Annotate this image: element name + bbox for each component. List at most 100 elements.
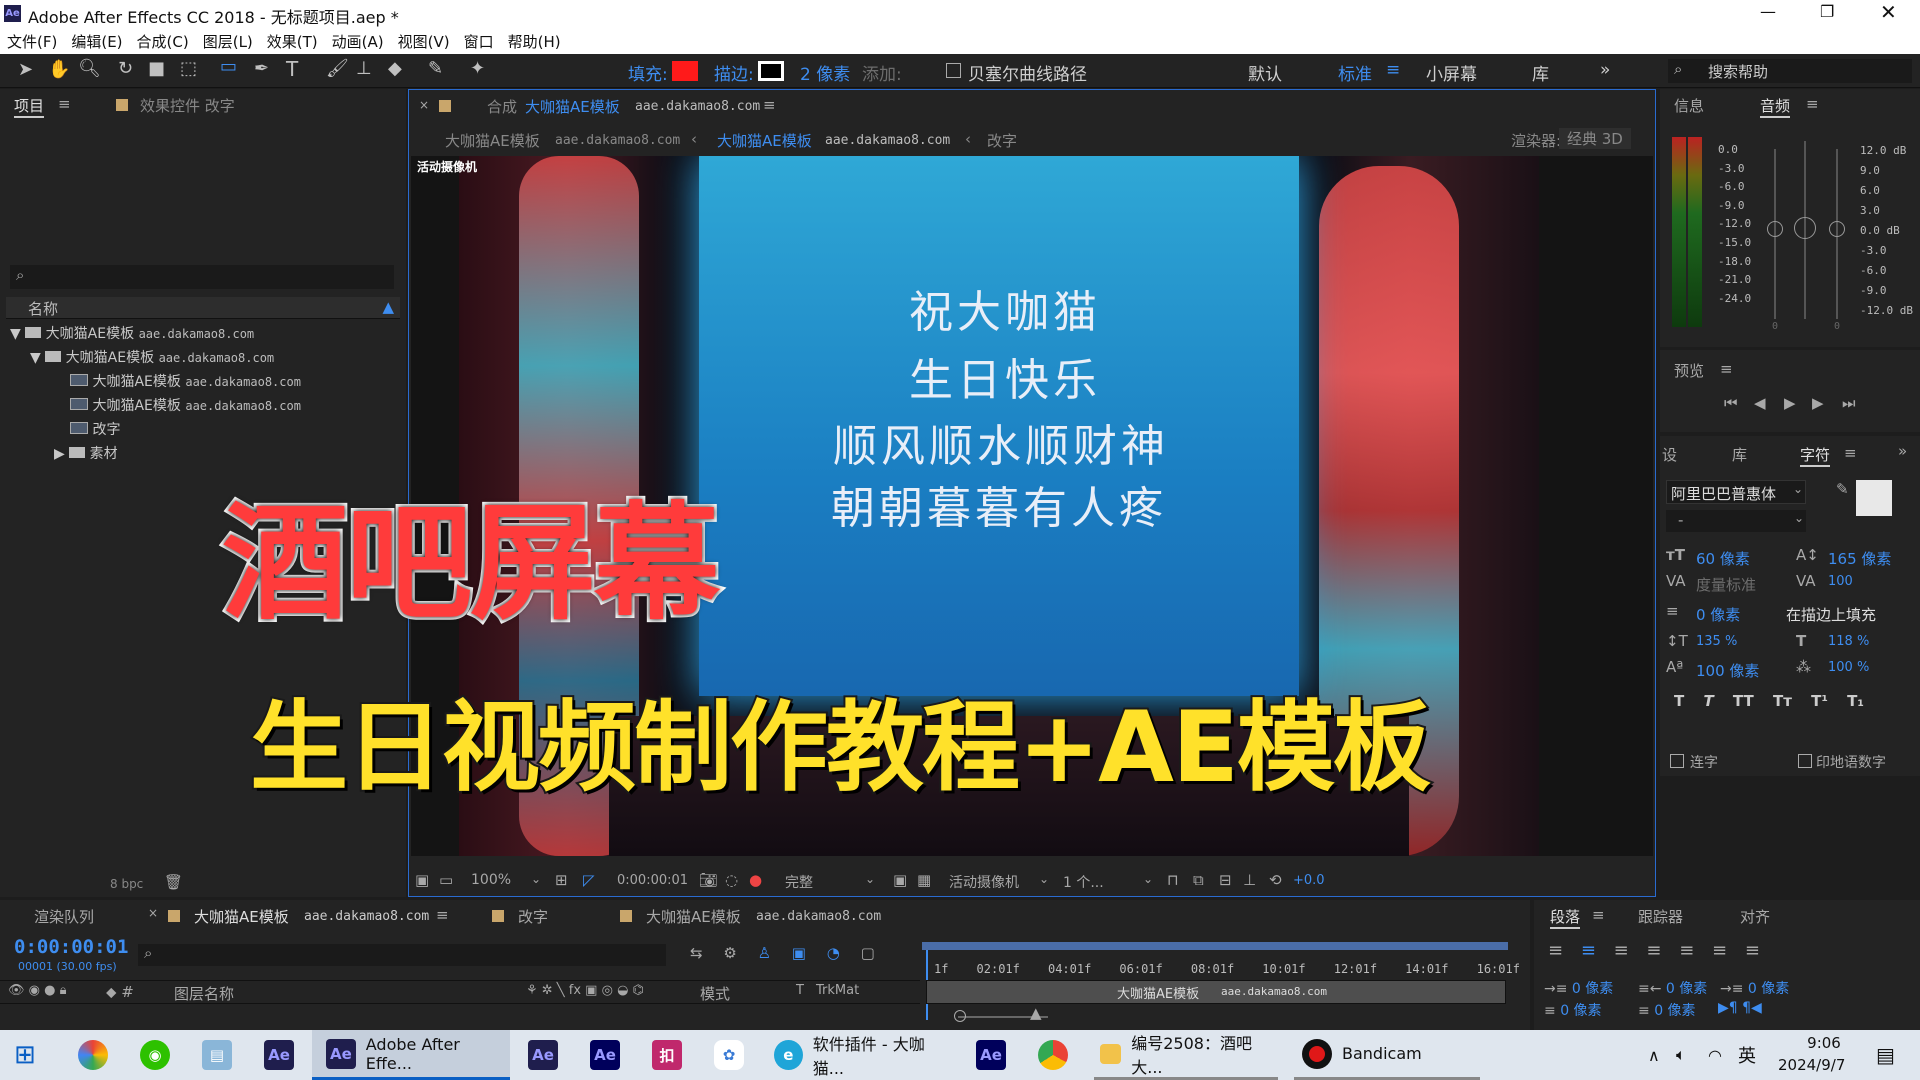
list-item[interactable]: 大咖猫AE模板 aae.dakamao8.com	[70, 371, 301, 391]
camera-tool-icon[interactable]: ■	[148, 58, 165, 79]
list-item[interactable]: 改字	[70, 419, 120, 439]
time-ruler[interactable]: 1f 02:01f 04:01f 06:01f 08:01f 10:01f 12:01f 14…	[922, 940, 1520, 1020]
brush-tool-icon[interactable]: 🖌︎	[326, 58, 349, 79]
tab-audio[interactable]: 音频	[1760, 95, 1791, 118]
leading[interactable]: 165 像素	[1828, 548, 1891, 569]
region-icon[interactable]: ⊞	[555, 871, 568, 889]
exposure-value[interactable]: +0.0	[1293, 873, 1325, 888]
audio-knob-right[interactable]	[1829, 221, 1845, 237]
monitor-icon[interactable]: ▭	[439, 871, 453, 889]
roi-icon[interactable]: ▣	[893, 871, 907, 889]
stroke-width-value[interactable]: 0 像素	[1696, 604, 1740, 625]
network-icon[interactable]: ◠	[1708, 1030, 1722, 1080]
color-channels-icon[interactable]: ●	[749, 871, 762, 889]
play-icon[interactable]: ▶	[1784, 394, 1796, 412]
timeline-timecode[interactable]: 0:00:00:01	[14, 936, 128, 958]
zoom-slider-knob[interactable]	[954, 1010, 966, 1022]
last-frame-icon[interactable]: ⏭	[1842, 394, 1856, 412]
hand-tool-icon[interactable]: ✋	[48, 59, 70, 80]
tracking[interactable]: 100	[1828, 574, 1853, 589]
taskbar-ae-icon[interactable]: Ae	[590, 1030, 620, 1080]
transparency-icon[interactable]: ▦	[917, 871, 931, 889]
workspace-default[interactable]: 默认	[1248, 60, 1282, 85]
audio-knob-master[interactable]	[1794, 217, 1816, 239]
layer-name-header[interactable]: 图层名称	[174, 983, 234, 1004]
prev-frame-icon[interactable]: ◀	[1754, 394, 1766, 412]
layer-bar[interactable]: 大咖猫AE模板 aae.dakamao8.com	[926, 980, 1506, 1004]
workspace-small-screen[interactable]: 小屏幕	[1426, 60, 1477, 85]
name-column-header[interactable]: 名称 ▲	[6, 297, 400, 319]
tab-align[interactable]: 对齐	[1740, 906, 1770, 927]
zoom-tool-icon[interactable]: 🔍︎	[78, 58, 101, 79]
taskbar-ae-icon[interactable]: Ae	[976, 1030, 1006, 1080]
tab-project[interactable]: 项目	[14, 95, 45, 118]
close-icon[interactable]: ✕	[1880, 0, 1897, 24]
taskbar-app-icon[interactable]: 扣	[652, 1030, 682, 1080]
menu-edit[interactable]: 编辑(E)	[64, 28, 129, 55]
menu-help[interactable]: 帮助(H)	[501, 28, 568, 55]
paragraph-menu-icon[interactable]: ≡	[1592, 906, 1605, 924]
space-before[interactable]: ≡ 0 像素	[1544, 1000, 1602, 1020]
breadcrumb-root[interactable]: 大咖猫AE模板	[445, 130, 540, 151]
project-search[interactable]: ⌕	[10, 265, 394, 289]
roto-brush-tool-icon[interactable]: ✎	[428, 58, 443, 79]
fill-color-swatch[interactable]	[1856, 480, 1892, 516]
font-select[interactable]: 阿里巴巴普惠体 ⌄	[1666, 480, 1806, 504]
character-menu-icon[interactable]: ≡	[1844, 444, 1857, 462]
indent-first[interactable]: →≡ 0 像素	[1720, 978, 1789, 998]
ime-indicator[interactable]: 英	[1738, 1030, 1756, 1080]
timeline-menu-icon[interactable]: ≡	[436, 906, 449, 924]
taskbar-wechat-icon[interactable]: ◉	[140, 1030, 170, 1080]
taskbar-ae-icon[interactable]: Ae	[264, 1030, 294, 1080]
tray-chevron-icon[interactable]: ∧	[1648, 1030, 1660, 1080]
menu-layer[interactable]: 图层(L)	[196, 28, 260, 55]
menu-animation[interactable]: 动画(A)	[325, 28, 391, 55]
more-workspaces-icon[interactable]: »	[1600, 60, 1610, 80]
comp-tab-name[interactable]: 大咖猫AE模板	[525, 96, 620, 117]
renderer-value[interactable]: 经典 3D	[1559, 128, 1631, 149]
camera-snapshot-icon[interactable]: 📷︎	[699, 871, 718, 889]
tab-paragraph[interactable]: 段落	[1550, 906, 1581, 929]
baseline-shift[interactable]: 100 像素	[1696, 660, 1759, 681]
taskbar-bandicam-window[interactable]: Bandicam	[1294, 1030, 1480, 1080]
minimize-icon[interactable]: —	[1760, 2, 1776, 21]
kerning[interactable]: 度量标准	[1696, 574, 1756, 595]
tab-settings[interactable]: 设	[1662, 444, 1677, 465]
stroke-mode-select[interactable]: 在描边上填充	[1786, 604, 1876, 625]
list-item[interactable]: 大咖猫AE模板 aae.dakamao8.com	[70, 395, 301, 415]
tab-info[interactable]: 信息	[1674, 95, 1704, 116]
direction-icons[interactable]: ▶¶ ¶◀	[1718, 1000, 1762, 1016]
stroke-swatch[interactable]	[758, 61, 784, 81]
close-tab-icon[interactable]: ×	[148, 906, 158, 920]
menu-file[interactable]: 文件(F)	[0, 28, 64, 55]
resolution-select[interactable]: 完整	[785, 872, 813, 892]
timeline-switch-icons[interactable]: ⇆ ⚙ ♙ ▣ ◔ ▢	[690, 944, 875, 962]
fast-previews-icon[interactable]: ⧉	[1193, 871, 1204, 889]
list-item[interactable]: ▶ 素材	[54, 443, 118, 463]
vertical-scale[interactable]: 135 %	[1696, 634, 1737, 649]
font-style-select[interactable]: - ⌄	[1666, 510, 1806, 532]
volume-icon[interactable]: 🔈︎	[1676, 1030, 1686, 1080]
show-snapshot-icon[interactable]: ◌	[725, 871, 738, 889]
tab-edit-text[interactable]: 改字	[518, 906, 548, 927]
workspace-menu-icon[interactable]: ≡	[1386, 60, 1400, 80]
clock-date[interactable]: 2024/9/7	[1778, 1056, 1845, 1074]
stroke-width[interactable]: 2 像素	[800, 60, 850, 85]
tsume[interactable]: 100 %	[1828, 660, 1869, 675]
layer-search[interactable]: ⌕	[138, 944, 666, 966]
workspace-standard[interactable]: 标准	[1338, 60, 1372, 85]
breadcrumb-current[interactable]: 大咖猫AE模板	[717, 130, 812, 151]
rotate-tool-icon[interactable]: ↻	[118, 58, 133, 79]
horizontal-scale[interactable]: 118 %	[1828, 634, 1869, 649]
tab-timeline-comp[interactable]: 大咖猫AE模板	[194, 906, 289, 927]
eyedropper-icon[interactable]: ✎	[1836, 480, 1849, 498]
clock-time[interactable]: 9:06	[1794, 1034, 1854, 1052]
notifications-icon[interactable]: ▤	[1876, 1030, 1895, 1080]
zoom-in-icon[interactable]: ▲	[1030, 1004, 1042, 1022]
clone-stamp-tool-icon[interactable]: ⊥	[356, 58, 372, 79]
font-size[interactable]: 60 像素	[1696, 548, 1750, 569]
preview-menu-icon[interactable]: ≡	[1720, 360, 1733, 378]
pen-tool-icon[interactable]: ✒	[254, 58, 269, 79]
breadcrumb-child[interactable]: 改字	[987, 130, 1017, 151]
ligature-checkbox[interactable]	[1670, 754, 1684, 768]
